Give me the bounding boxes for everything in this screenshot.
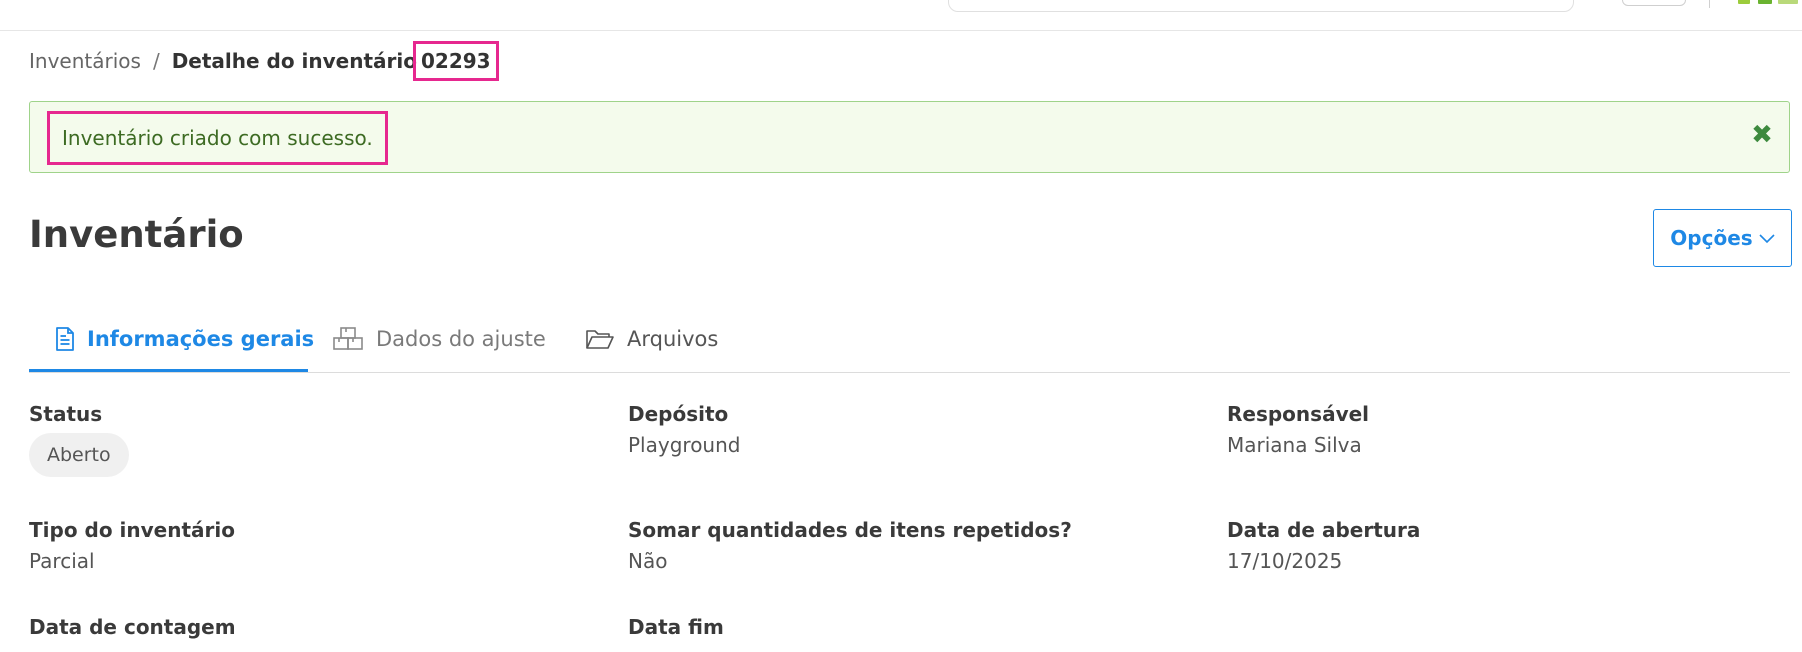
field-label: Data fim	[628, 615, 724, 639]
field-value: Mariana Silva	[1227, 433, 1362, 457]
close-icon[interactable]: ✖	[1747, 120, 1777, 150]
active-tab-indicator	[29, 369, 308, 372]
boxes-icon	[333, 327, 363, 350]
tab-dados-do-ajuste[interactable]: Dados do ajuste	[332, 306, 546, 372]
breadcrumb: Inventários / Detalhe do inventário 0229…	[29, 41, 499, 81]
field-data-abertura: Data de abertura 17/10/2025	[1227, 517, 1420, 574]
folder-open-icon	[586, 330, 614, 349]
header-divider	[1709, 0, 1710, 8]
breadcrumb-link-inventarios[interactable]: Inventários	[29, 49, 141, 73]
page-title: Inventário	[29, 213, 244, 256]
inventory-id: 02293	[413, 41, 499, 81]
field-label: Depósito	[628, 402, 729, 426]
field-label: Data de contagem	[29, 615, 236, 639]
tab-bar: Informações gerais Dados do ajuste Arqui…	[29, 306, 1790, 373]
alert-message: Inventário criado com sucesso.	[47, 111, 388, 165]
field-deposito: Depósito Playground	[628, 401, 740, 458]
search-input[interactable]	[948, 0, 1574, 12]
field-value: 17/10/2025	[1227, 549, 1343, 573]
tab-arquivos[interactable]: Arquivos	[585, 306, 718, 372]
breadcrumb-current: Detalhe do inventário	[171, 49, 417, 73]
field-value: Não	[628, 549, 668, 573]
status-badge: Aberto	[29, 433, 129, 477]
tab-label: Arquivos	[627, 327, 719, 351]
header-button[interactable]	[1622, 0, 1686, 6]
tab-label: Informações gerais	[87, 327, 315, 351]
options-button-label: Opções	[1670, 226, 1753, 250]
field-tipo-inventario: Tipo do inventário Parcial	[29, 517, 235, 574]
field-data-contagem: Data de contagem	[29, 614, 236, 640]
field-label: Responsável	[1227, 402, 1370, 426]
tab-informacoes-gerais[interactable]: Informações gerais	[55, 306, 314, 372]
field-label: Somar quantidades de itens repetidos?	[628, 518, 1072, 542]
options-button[interactable]: Opções	[1653, 209, 1792, 267]
document-icon	[56, 327, 74, 351]
field-label: Tipo do inventário	[29, 518, 235, 542]
field-somar-quantidades: Somar quantidades de itens repetidos? Nã…	[628, 517, 1072, 574]
field-status: Status Aberto	[29, 401, 129, 477]
field-value: Playground	[628, 433, 741, 457]
field-responsavel: Responsável Mariana Silva	[1227, 401, 1369, 458]
chevron-down-icon	[1759, 234, 1775, 244]
top-bar	[0, 0, 1802, 31]
brand-logo	[1738, 0, 1802, 6]
field-label: Status	[29, 402, 103, 426]
field-value: Parcial	[29, 549, 95, 573]
tab-label: Dados do ajuste	[376, 327, 546, 351]
field-data-fim: Data fim	[628, 614, 724, 640]
field-label: Data de abertura	[1227, 518, 1421, 542]
success-alert: Inventário criado com sucesso. ✖	[29, 101, 1790, 173]
breadcrumb-separator: /	[152, 49, 160, 73]
